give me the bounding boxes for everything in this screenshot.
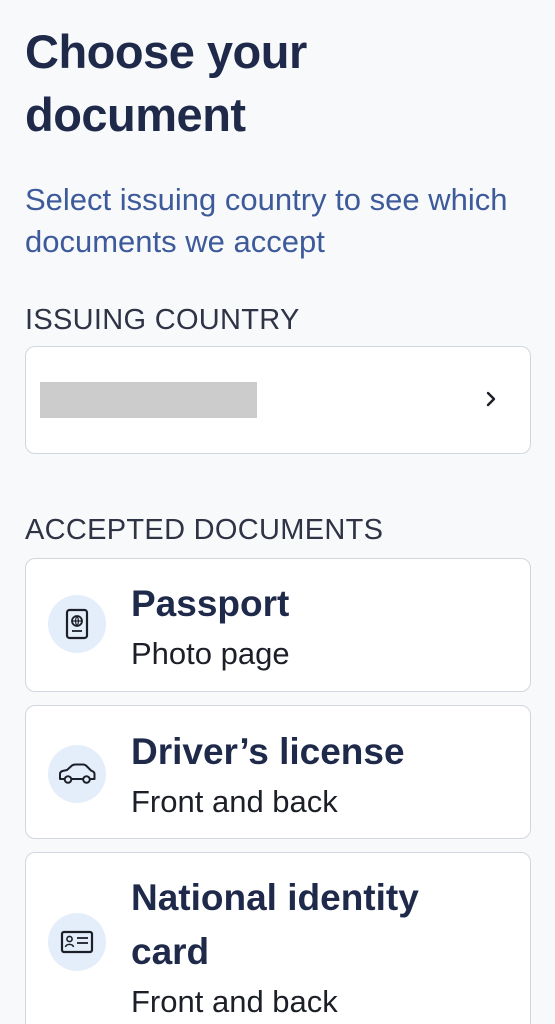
document-name: National identity card [131, 877, 419, 972]
document-option-passport[interactable]: Passport Photo page [25, 558, 531, 692]
chevron-right-icon [486, 391, 496, 407]
document-description: Front and back [131, 984, 338, 1019]
document-name: Driver’s license [131, 731, 405, 772]
passport-icon [48, 595, 106, 653]
document-description: Photo page [131, 636, 290, 671]
document-option-national-id[interactable]: National identity card Front and back [25, 852, 531, 1024]
car-icon [48, 745, 106, 803]
accepted-documents-label: ACCEPTED DOCUMENTS [25, 514, 384, 546]
page-title: Choose your document [25, 25, 307, 141]
issuing-country-select[interactable] [25, 346, 531, 454]
issuing-country-label: ISSUING COUNTRY [25, 304, 300, 336]
id-card-icon [48, 913, 106, 971]
document-name: Passport [131, 583, 290, 624]
document-option-drivers-license[interactable]: Driver’s license Front and back [25, 705, 531, 839]
page-subtitle: Select issuing country to see which docu… [25, 182, 508, 259]
document-selection-screen: Choose your document Select issuing coun… [0, 0, 555, 1024]
document-description: Front and back [131, 784, 338, 819]
country-value-redacted [40, 382, 257, 418]
